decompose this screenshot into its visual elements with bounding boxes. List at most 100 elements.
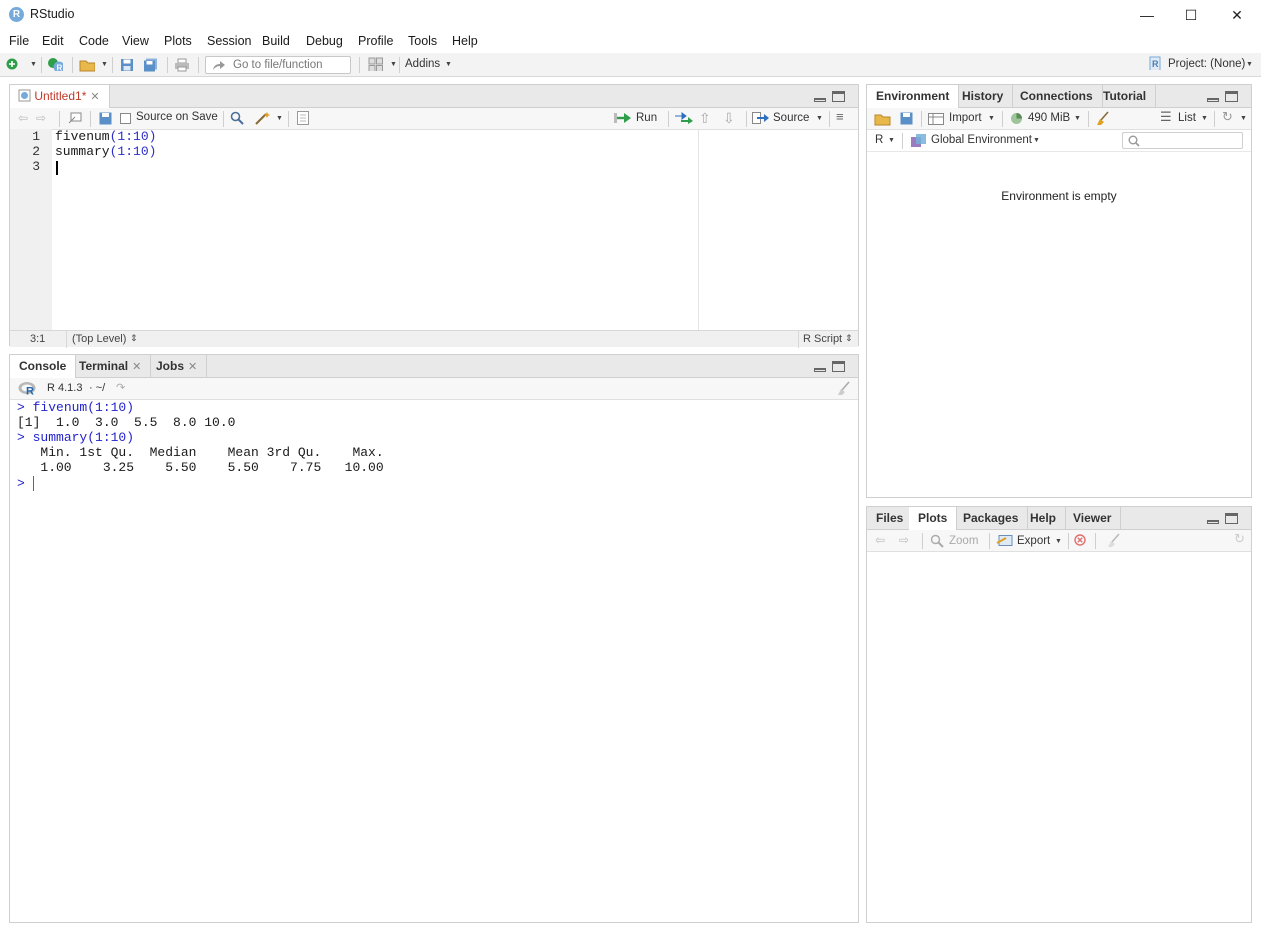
- back-arrow-icon[interactable]: ⇦: [875, 533, 885, 547]
- menu-tools[interactable]: Tools: [408, 34, 437, 48]
- zoom-button[interactable]: Zoom: [949, 535, 978, 547]
- chevron-down-icon[interactable]: ▼: [816, 115, 823, 122]
- chevron-down-icon[interactable]: ▼: [276, 115, 283, 122]
- print-icon[interactable]: [174, 58, 190, 72]
- tab-untitled1[interactable]: Untitled1* ✕: [10, 85, 110, 109]
- refresh-icon[interactable]: ↻: [1234, 531, 1245, 547]
- source-on-save-checkbox[interactable]: [120, 113, 131, 124]
- import-dataset-button[interactable]: Import: [949, 112, 982, 124]
- code-editor[interactable]: fivenum(1:10) summary(1:10): [52, 129, 698, 331]
- close-button[interactable]: ✕: [1214, 0, 1260, 30]
- memory-usage[interactable]: 490 MiB: [1028, 112, 1070, 124]
- maximize-button[interactable]: ☐: [1168, 0, 1214, 30]
- minimize-pane-icon[interactable]: [814, 98, 826, 102]
- clear-workspace-broom-icon[interactable]: [1095, 111, 1111, 126]
- chevron-down-icon[interactable]: ▼: [888, 137, 895, 144]
- go-to-file-input[interactable]: Go to file/function: [205, 56, 351, 74]
- down-arrow-icon[interactable]: ⇩: [723, 110, 735, 127]
- list-view-icon[interactable]: ☰: [1160, 109, 1172, 125]
- tab-history[interactable]: History: [953, 85, 1014, 108]
- menu-profile[interactable]: Profile: [358, 34, 393, 48]
- save-icon[interactable]: [99, 112, 112, 125]
- maximize-pane-icon[interactable]: [1225, 513, 1238, 524]
- clear-console-broom-icon[interactable]: [836, 381, 852, 396]
- working-directory[interactable]: · ~/: [89, 382, 105, 394]
- rerun-icon[interactable]: [674, 112, 694, 124]
- menu-debug[interactable]: Debug: [306, 34, 343, 48]
- maximize-pane-icon[interactable]: [1225, 91, 1238, 102]
- back-arrow-icon[interactable]: ⇦: [18, 111, 28, 125]
- new-file-icon[interactable]: [6, 58, 22, 72]
- up-arrow-icon[interactable]: ⇧: [699, 110, 711, 127]
- maximize-pane-icon[interactable]: [832, 91, 845, 102]
- chevron-down-icon[interactable]: ▼: [1240, 115, 1247, 122]
- view-mode-selector[interactable]: List: [1178, 112, 1196, 124]
- clear-plots-broom-icon[interactable]: [1106, 533, 1122, 548]
- language-selector[interactable]: R: [875, 134, 883, 146]
- import-dataset-icon[interactable]: [928, 113, 944, 125]
- source-arrow-icon[interactable]: [752, 112, 770, 125]
- chevron-down-icon[interactable]: ▼: [30, 61, 37, 68]
- chevron-down-icon[interactable]: ▼: [445, 61, 452, 68]
- menu-plots[interactable]: Plots: [164, 34, 192, 48]
- environment-search-input[interactable]: [1122, 132, 1243, 149]
- remove-plot-icon[interactable]: [1074, 534, 1086, 546]
- menu-code[interactable]: Code: [79, 34, 109, 48]
- addins-button[interactable]: Addins: [405, 58, 440, 70]
- save-icon[interactable]: [120, 58, 136, 72]
- close-tab-icon[interactable]: ✕: [132, 361, 141, 373]
- grid-layout-icon[interactable]: [368, 57, 384, 71]
- open-folder-icon[interactable]: [79, 58, 95, 72]
- chevron-down-icon[interactable]: ▼: [1033, 137, 1040, 144]
- source-button[interactable]: Source: [773, 112, 809, 124]
- zoom-icon[interactable]: [930, 534, 944, 548]
- tab-help[interactable]: Help: [1021, 507, 1067, 530]
- minimize-pane-icon[interactable]: [814, 368, 826, 372]
- chevron-down-icon[interactable]: ▼: [1246, 61, 1253, 68]
- run-button[interactable]: Run: [636, 112, 657, 124]
- magic-wand-icon[interactable]: [254, 111, 272, 126]
- project-menu[interactable]: Project: (None): [1168, 58, 1245, 70]
- export-icon[interactable]: [996, 534, 1013, 547]
- minimize-pane-icon[interactable]: [1207, 520, 1219, 524]
- search-icon[interactable]: [230, 111, 244, 125]
- scope-selector[interactable]: (Top Level): [72, 333, 126, 345]
- environment-selector[interactable]: Global Environment: [931, 134, 1032, 146]
- close-tab-icon[interactable]: ✕: [90, 91, 99, 103]
- tab-terminal[interactable]: Terminal ✕: [70, 355, 152, 378]
- minimize-button[interactable]: —: [1124, 0, 1170, 30]
- save-workspace-icon[interactable]: [900, 112, 913, 125]
- chevron-down-icon[interactable]: ▼: [988, 115, 995, 122]
- tab-environment[interactable]: Environment: [867, 85, 960, 109]
- chevron-down-icon[interactable]: ▼: [1201, 115, 1208, 122]
- tab-files[interactable]: Files: [867, 507, 914, 530]
- menu-help[interactable]: Help: [452, 34, 478, 48]
- tab-console[interactable]: Console: [10, 355, 77, 379]
- export-button[interactable]: Export: [1017, 535, 1050, 547]
- refresh-icon[interactable]: ↻: [1222, 109, 1233, 125]
- menu-edit[interactable]: Edit: [42, 34, 64, 48]
- console-output[interactable]: > fivenum(1:10) [1] 1.0 3.0 5.5 8.0 10.0…: [10, 400, 858, 922]
- updown-icon[interactable]: ⇕: [845, 333, 853, 344]
- menu-view[interactable]: View: [122, 34, 149, 48]
- file-type-selector[interactable]: R Script: [803, 333, 842, 345]
- menu-file[interactable]: File: [9, 34, 29, 48]
- maximize-pane-icon[interactable]: [832, 361, 845, 372]
- minimize-pane-icon[interactable]: [1207, 98, 1219, 102]
- tab-packages[interactable]: Packages: [954, 507, 1029, 530]
- tab-tutorial[interactable]: Tutorial: [1094, 85, 1157, 108]
- outline-lines-icon[interactable]: ≡: [836, 109, 844, 124]
- show-in-window-icon[interactable]: [67, 112, 83, 125]
- tab-connections[interactable]: Connections: [1011, 85, 1103, 108]
- menu-build[interactable]: Build: [262, 34, 290, 48]
- forward-arrow-icon[interactable]: ⇨: [899, 533, 909, 547]
- menu-session[interactable]: Session: [207, 34, 251, 48]
- tab-jobs[interactable]: Jobs ✕: [147, 355, 208, 378]
- chevron-down-icon[interactable]: ▼: [1055, 538, 1062, 545]
- close-tab-icon[interactable]: ✕: [188, 361, 197, 373]
- chevron-down-icon[interactable]: ▼: [101, 61, 108, 68]
- chevron-down-icon[interactable]: ▼: [1074, 115, 1081, 122]
- tab-plots[interactable]: Plots: [909, 507, 958, 531]
- updown-icon[interactable]: ⇕: [130, 333, 138, 344]
- go-to-directory-icon[interactable]: ↷: [116, 381, 125, 394]
